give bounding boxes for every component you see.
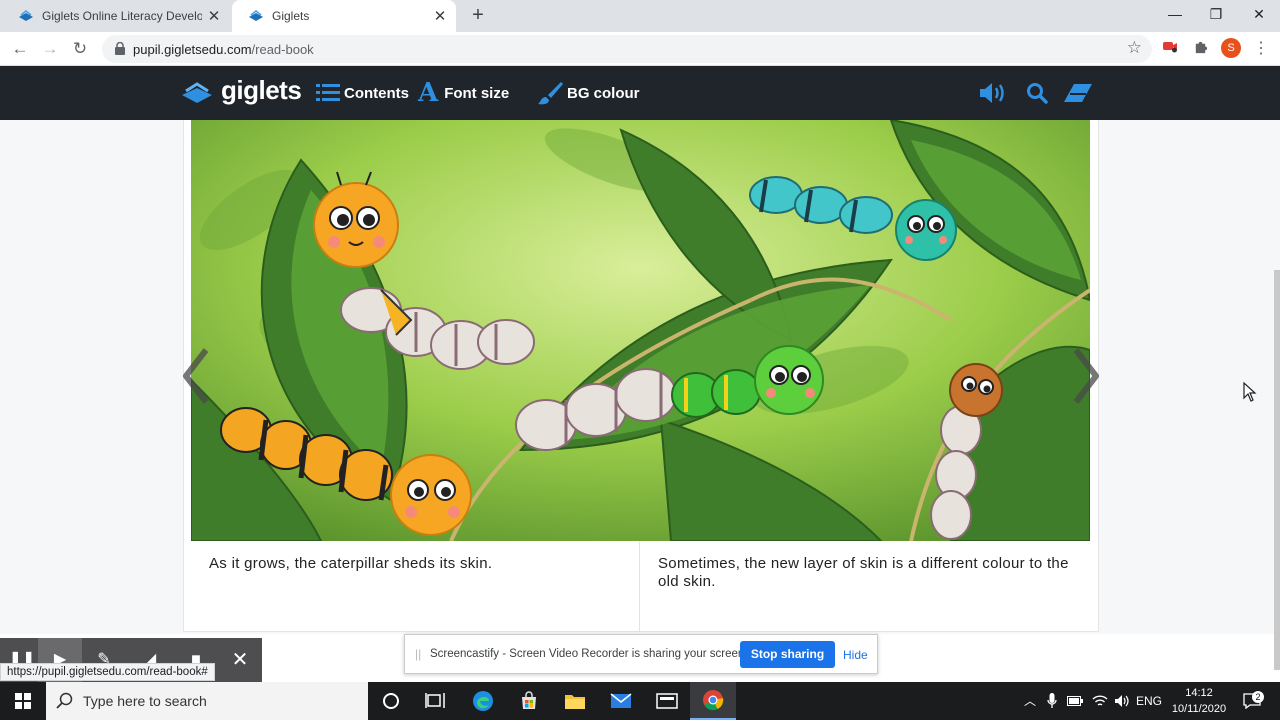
- url-text: pupil.gigletsedu.com/read-book: [133, 42, 314, 57]
- windows-taskbar: Type here to search ︿ ENG 14:12 10/11/20…: [0, 682, 1280, 720]
- forward-arrow-icon[interactable]: →: [38, 37, 62, 61]
- clock-time: 14:12: [1185, 687, 1213, 699]
- mail-icon[interactable]: [598, 682, 644, 720]
- bg-colour-label: BG colour: [567, 84, 640, 102]
- cortana-icon[interactable]: [368, 682, 414, 720]
- tab-giglets-literacy[interactable]: Giglets Online Literacy Developm ✕: [2, 0, 230, 32]
- font-a-icon: A: [418, 78, 439, 108]
- lock-icon: [115, 42, 125, 55]
- back-arrow-icon[interactable]: ←: [8, 37, 32, 61]
- restore-button[interactable]: ❐: [1193, 0, 1239, 30]
- notifications-icon[interactable]: 2: [1240, 682, 1264, 720]
- battery-icon[interactable]: [1066, 682, 1084, 720]
- site-navbar: giglets Contents A Font size BG colour: [0, 66, 1280, 120]
- search-placeholder: Type here to search: [83, 693, 207, 709]
- giglets-favicon-icon: [249, 10, 263, 21]
- tab-title: Giglets: [272, 9, 310, 23]
- close-tab-icon[interactable]: ✕: [202, 7, 226, 25]
- task-view-icon[interactable]: [412, 682, 458, 720]
- contents-button[interactable]: Contents: [316, 66, 409, 120]
- giglets-logo[interactable]: giglets: [181, 66, 302, 120]
- search-icon: [56, 692, 73, 709]
- list-icon: [316, 84, 340, 101]
- taskbar-search-box[interactable]: Type here to search: [46, 682, 368, 720]
- hide-button[interactable]: Hide: [843, 648, 868, 662]
- search-icon: [1027, 83, 1048, 104]
- eraser-icon: [1064, 84, 1092, 102]
- stop-sharing-button[interactable]: Stop sharing: [740, 641, 835, 668]
- sharing-message: Screencastify - Screen Video Recorder is…: [430, 648, 748, 660]
- scrollbar-edge[interactable]: [1274, 270, 1280, 670]
- url-path: /read-book: [251, 42, 314, 57]
- url-domain: pupil.gigletsedu.com: [133, 42, 252, 57]
- clock-date: 10/11/2020: [1171, 703, 1227, 715]
- link-status-bubble: https://pupil.gigletsedu.com/read-book#: [0, 663, 215, 681]
- giglets-book-icon: [182, 82, 212, 103]
- menu-kebab-icon[interactable]: ⋮: [1251, 39, 1271, 59]
- paintbrush-icon: [538, 82, 563, 105]
- tab-giglets[interactable]: Giglets ✕: [232, 0, 456, 32]
- next-page-arrow-icon[interactable]: [1070, 346, 1102, 406]
- eraser-button[interactable]: [1062, 66, 1098, 120]
- left-page-text: As it grows, the caterpillar sheds its s…: [191, 541, 640, 631]
- wifi-icon[interactable]: [1090, 682, 1110, 720]
- font-size-button[interactable]: A Font size: [418, 66, 509, 120]
- bookmark-star-icon[interactable]: ☆: [1127, 38, 1142, 58]
- notification-count-badge: 2: [1252, 691, 1264, 703]
- browser-toolbar: ← → ↻ pupil.gigletsedu.com/read-book ☆ S…: [0, 32, 1280, 66]
- font-size-label: Font size: [444, 84, 510, 102]
- close-controls-icon[interactable]: ✕: [218, 638, 262, 682]
- tab-title: Giglets Online Literacy Developm: [42, 9, 202, 23]
- giglets-favicon-icon: [19, 10, 33, 21]
- windows-start-icon[interactable]: [0, 682, 46, 720]
- media-app-icon[interactable]: [644, 682, 690, 720]
- speaker-icon: [980, 83, 1004, 103]
- right-page-text: Sometimes, the new layer of skin is a di…: [640, 541, 1090, 631]
- volume-icon[interactable]: [1112, 682, 1132, 720]
- edge-browser-icon[interactable]: [460, 682, 506, 720]
- search-button[interactable]: [1026, 66, 1052, 120]
- caterpillar-illustration: [191, 120, 1090, 541]
- extensions-puzzle-icon[interactable]: [1190, 39, 1210, 59]
- tray-chevron-up-icon[interactable]: ︿: [1021, 682, 1039, 720]
- close-tab-icon[interactable]: ✕: [428, 7, 452, 25]
- close-window-button[interactable]: ✕: [1236, 0, 1280, 30]
- screen-sharing-bar: || Screencastify - Screen Video Recorder…: [404, 634, 878, 674]
- giglets-logo-text: giglets: [221, 74, 302, 105]
- minimize-button[interactable]: —: [1152, 0, 1198, 30]
- previous-page-arrow-icon[interactable]: [180, 346, 212, 406]
- read-aloud-button[interactable]: [978, 66, 1010, 120]
- chrome-icon[interactable]: [690, 682, 736, 720]
- address-bar[interactable]: pupil.gigletsedu.com/read-book ☆: [102, 35, 1152, 63]
- profile-avatar[interactable]: S: [1221, 38, 1241, 58]
- contents-label: Contents: [344, 84, 409, 102]
- new-tab-button[interactable]: +: [466, 4, 490, 28]
- language-indicator[interactable]: ENG: [1134, 682, 1164, 720]
- screencastify-extension-icon[interactable]: [1160, 39, 1180, 59]
- store-icon[interactable]: [506, 682, 552, 720]
- mouse-cursor-icon: [1243, 382, 1257, 402]
- file-explorer-icon[interactable]: [552, 682, 598, 720]
- clock[interactable]: 14:12 10/11/2020: [1166, 685, 1232, 717]
- drag-handle-icon[interactable]: ||: [415, 647, 421, 661]
- bg-colour-button[interactable]: BG colour: [537, 66, 640, 120]
- microphone-icon[interactable]: [1044, 682, 1060, 720]
- browser-tab-strip: Giglets Online Literacy Developm ✕ Gigle…: [0, 0, 1280, 32]
- reload-icon[interactable]: ↻: [68, 37, 92, 61]
